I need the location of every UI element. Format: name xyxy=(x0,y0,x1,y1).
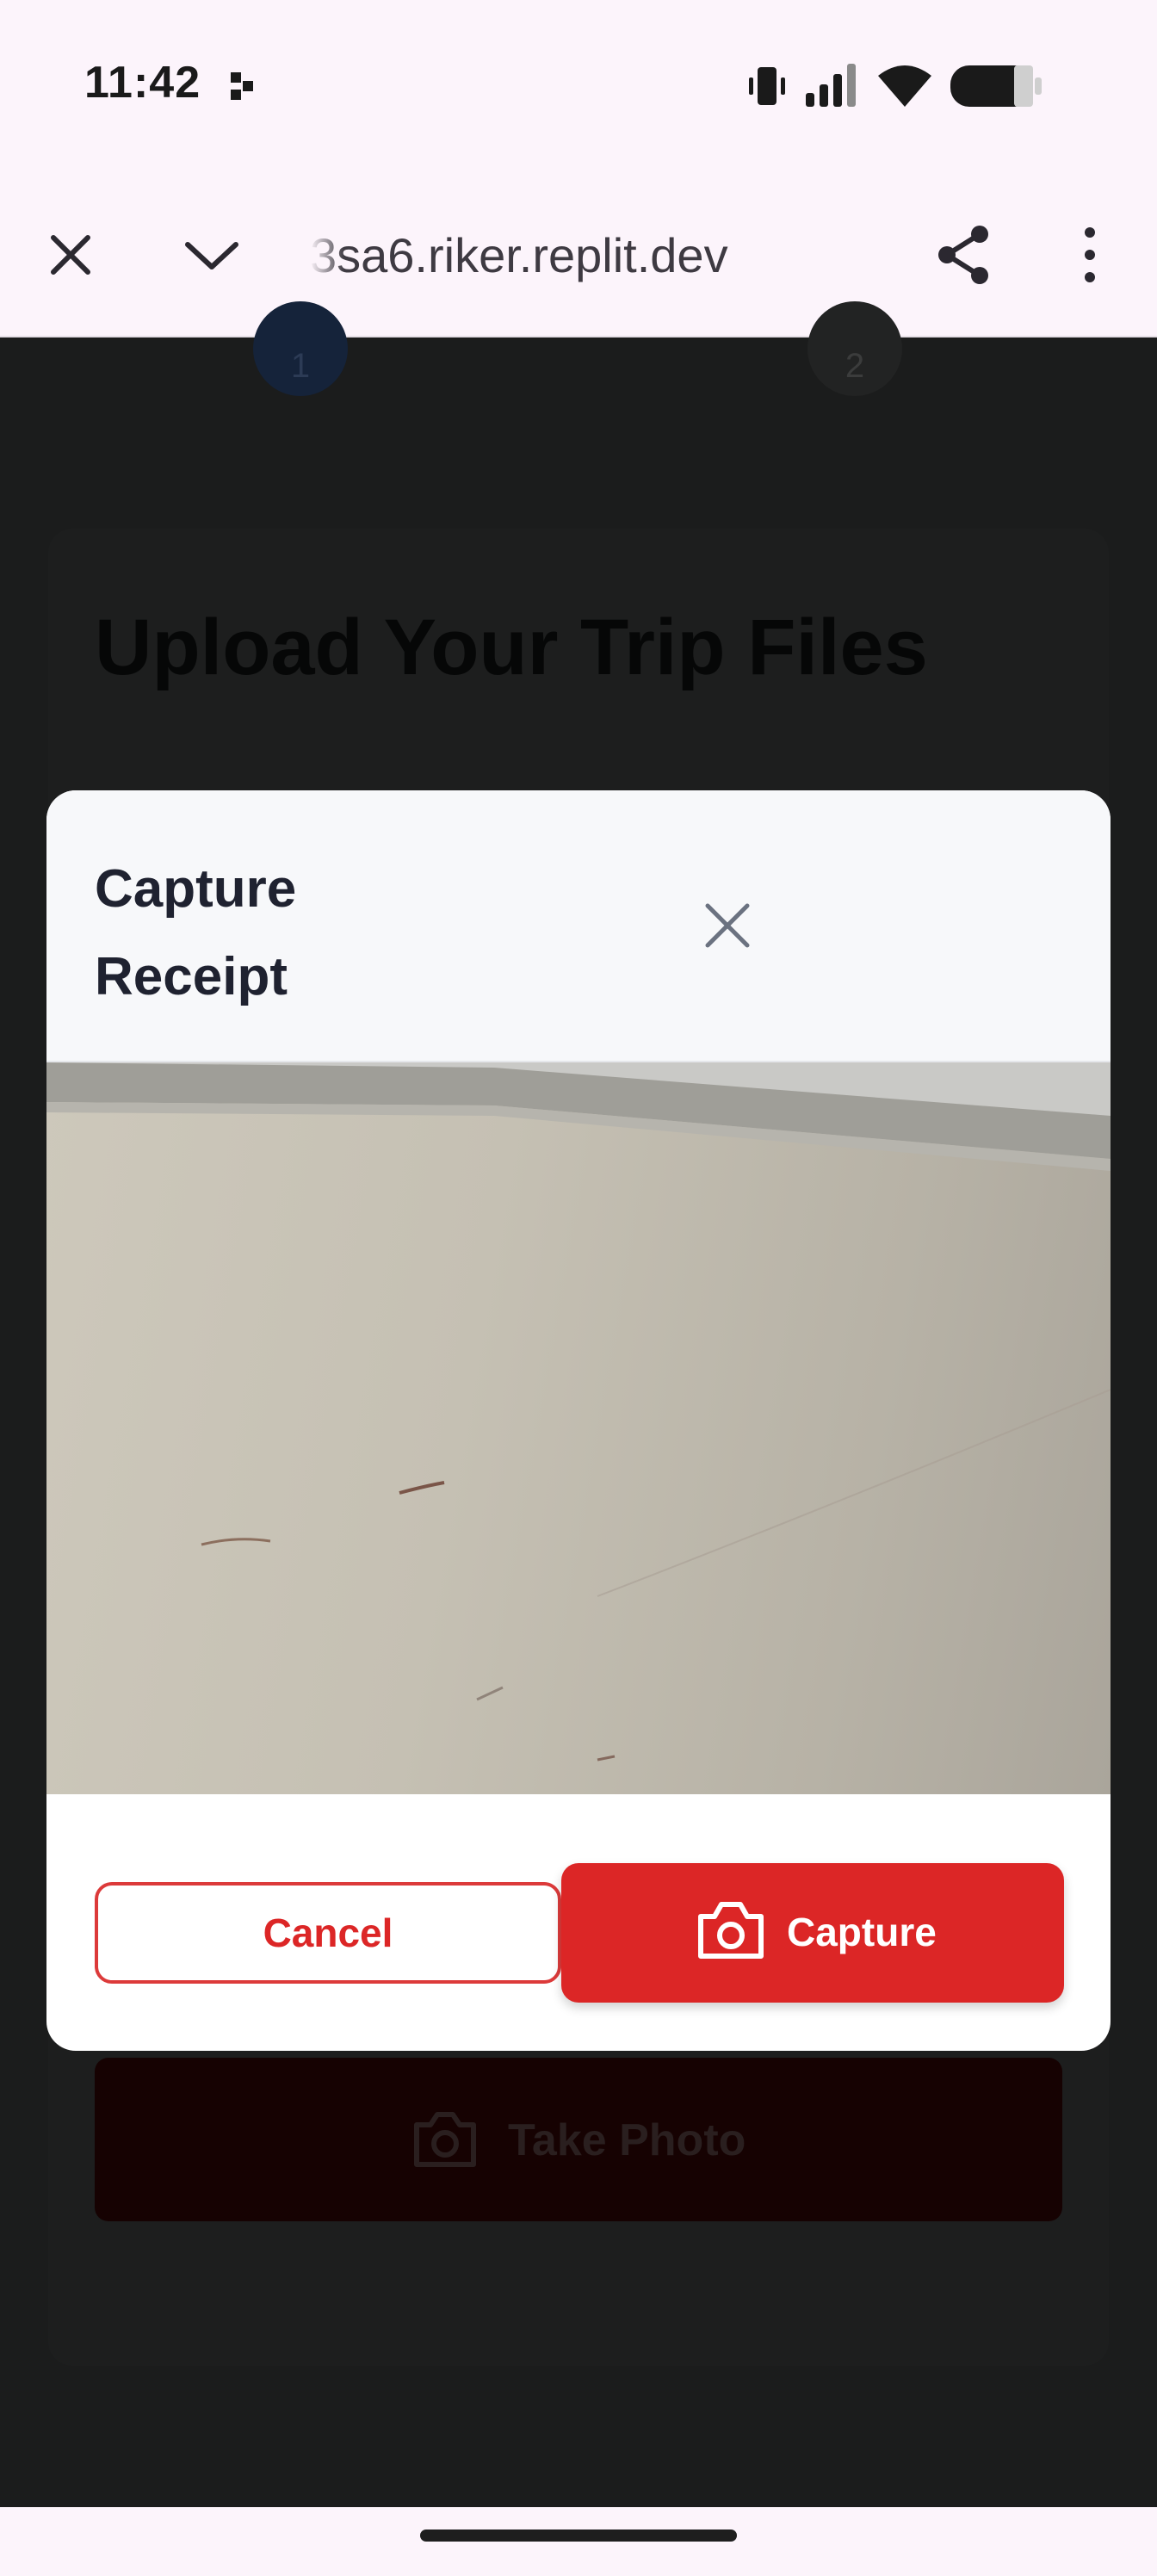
more-options-icon[interactable] xyxy=(1057,222,1123,288)
camera-preview xyxy=(46,1062,1111,1794)
camera-feed-image xyxy=(46,1062,1111,1762)
status-time: 11:42 xyxy=(84,58,201,108)
status-icons xyxy=(746,60,1073,112)
navigation-bar xyxy=(0,2507,1157,2576)
upload-title: Upload Your Trip Files xyxy=(95,604,928,691)
phone-screen: 11:42 3sa6.riker.replit.dev 1 2 Upload Y… xyxy=(0,0,1157,2576)
status-bar: 11:42 xyxy=(0,0,1157,172)
camera-icon xyxy=(698,1902,764,1959)
capture-label: Capture xyxy=(787,1910,937,1954)
wifi-icon xyxy=(878,65,931,107)
url-bar[interactable]: 3sa6.riker.replit.dev xyxy=(310,226,792,286)
share-icon[interactable] xyxy=(931,222,997,288)
capture-receipt-modal: Capture Receipt Cancel Capture xyxy=(46,790,1111,2051)
battery-icon xyxy=(950,65,1042,107)
step-indicator-2: 2 xyxy=(807,301,902,396)
capture-button[interactable]: Capture xyxy=(561,1863,1064,2003)
camera-icon xyxy=(414,2112,476,2167)
close-tab-icon[interactable] xyxy=(38,222,103,288)
take-photo-button: Take Photo xyxy=(95,2058,1062,2221)
home-indicator[interactable] xyxy=(420,2530,737,2542)
signal-icon xyxy=(806,64,856,107)
close-icon[interactable] xyxy=(697,895,758,956)
step-indicator-1: 1 xyxy=(253,301,348,396)
cancel-button[interactable]: Cancel xyxy=(95,1882,561,1984)
modal-header: Capture Receipt xyxy=(46,790,1111,1062)
take-photo-label: Take Photo xyxy=(508,2115,746,2165)
notification-icon xyxy=(231,72,253,100)
url-fade xyxy=(310,226,344,286)
browser-toolbar: 3sa6.riker.replit.dev xyxy=(0,172,1157,337)
vibrate-icon xyxy=(749,67,785,105)
modal-title: Capture Receipt xyxy=(95,859,297,1006)
chevron-down-icon[interactable] xyxy=(179,222,244,288)
